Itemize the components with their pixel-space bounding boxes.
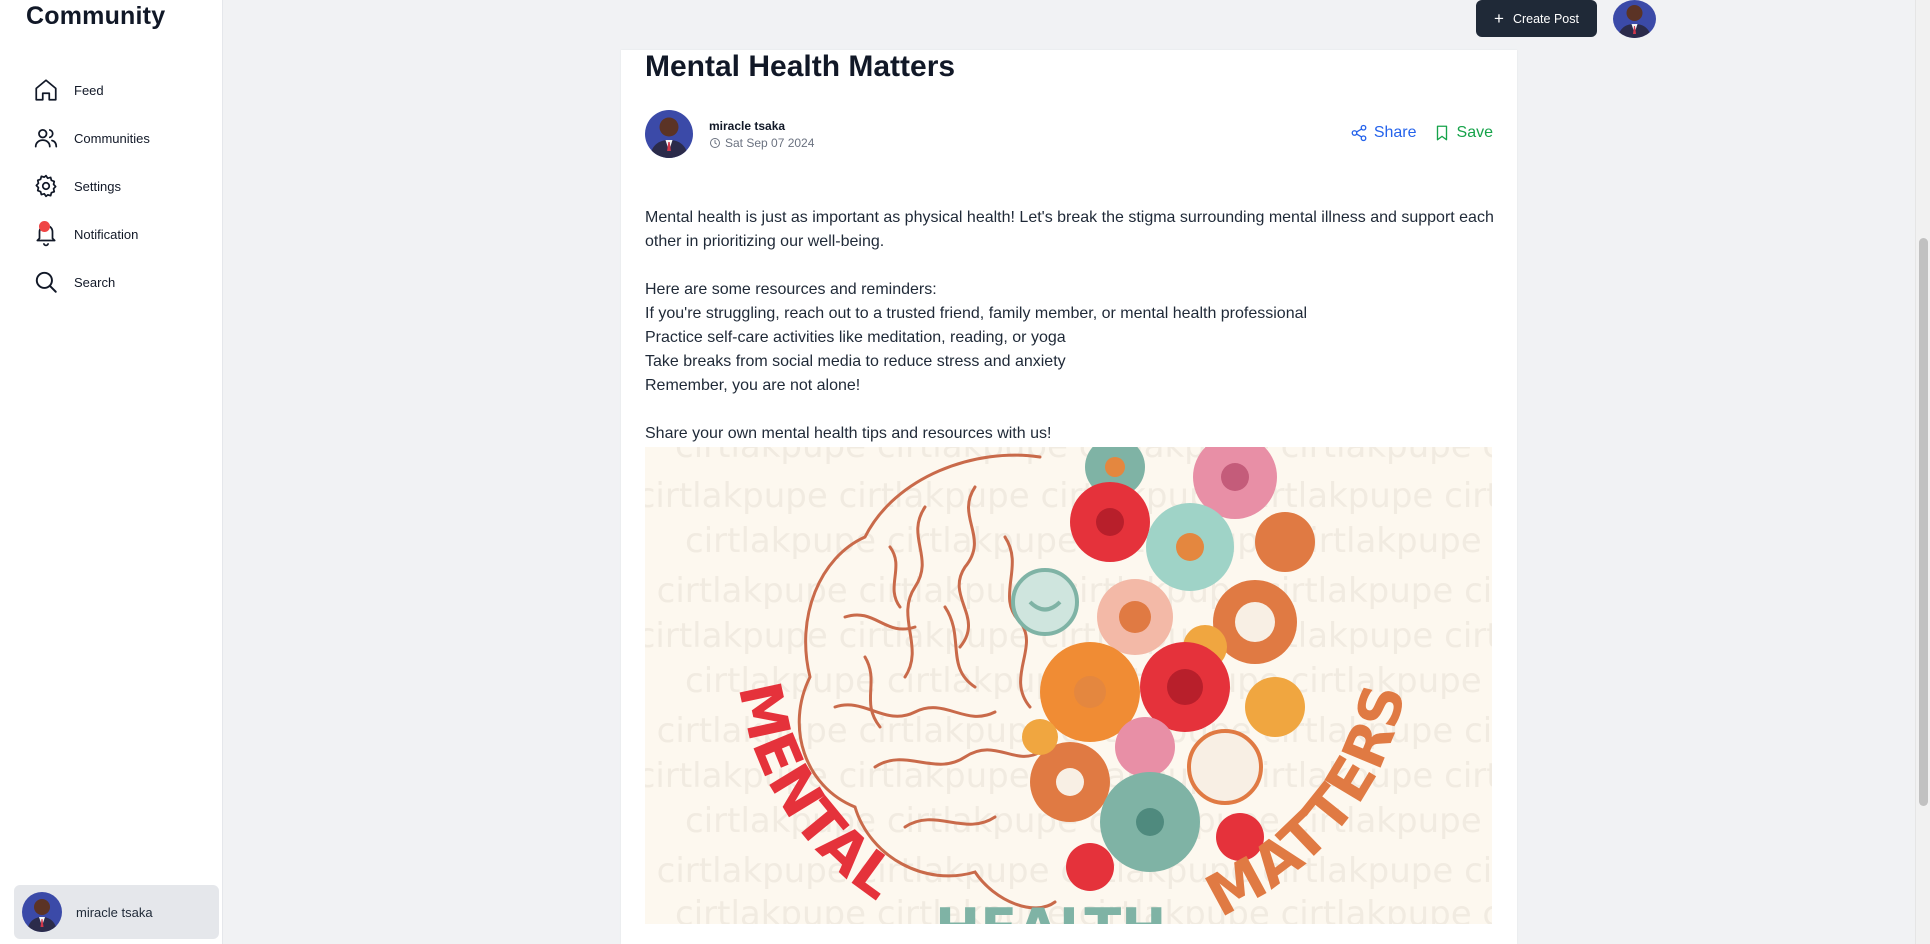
clock-icon (710, 137, 720, 148)
author-name[interactable]: miracle tsaka (709, 119, 814, 133)
profile-name: miracle tsaka (76, 904, 153, 920)
svg-text:cirtlakpupe cirtlakpupe cirtla: cirtlakpupe cirtlakpupe cirtlakpupe cirt… (675, 447, 1492, 466)
sidebar-item-label: Feed (74, 82, 104, 98)
post-body: Mental health is just as important as ph… (645, 206, 1495, 446)
create-post-label: Create Post (1512, 11, 1579, 26)
share-button[interactable]: Share (1350, 124, 1417, 142)
home-icon (30, 74, 62, 106)
svg-text:e cirtlakpupe cirtlakpupe cirt: e cirtlakpupe cirtlakpupe cirtlakpupe ci… (645, 476, 1492, 516)
avatar (22, 892, 62, 932)
scrollbar-thumb[interactable] (1919, 238, 1928, 806)
share-icon (1351, 124, 1367, 142)
profile-card[interactable]: miracle tsaka (14, 885, 219, 939)
author-avatar[interactable] (645, 110, 693, 158)
page-scrollbar[interactable] (1915, 0, 1930, 944)
gear-icon (30, 170, 62, 202)
sidebar-item-label: Notification (74, 226, 139, 242)
author-meta: miracle tsaka Sat Sep 07 2024 (709, 119, 814, 150)
sidebar-item-label: Settings (74, 178, 121, 194)
image-text-bottom: HEALTH (935, 897, 1166, 924)
sidebar-item-notification[interactable]: Notification (30, 210, 210, 258)
post-paragraph: Share your own mental health tips and re… (645, 425, 1052, 442)
sidebar-item-settings[interactable]: Settings (30, 162, 210, 210)
sidebar-item-communities[interactable]: Communities (30, 114, 210, 162)
post-date-text: Sat Sep 07 2024 (725, 135, 815, 150)
bell-icon (30, 218, 62, 250)
header-avatar[interactable] (1613, 0, 1656, 38)
mental-health-illustration: cirtlakpupe cirtlakpupe cirtlakpupe cirt… (645, 447, 1492, 924)
post-card: Mental Health Matters miracle tsaka Sat … (621, 50, 1517, 944)
create-post-button[interactable]: + Create Post (1476, 0, 1597, 37)
bookmark-icon (1436, 125, 1447, 141)
sidebar-item-search[interactable]: Search (30, 258, 210, 306)
sidebar-nav: Feed Communities Settings Notification S… (30, 66, 210, 306)
post-paragraph: Mental health is just as important as ph… (645, 209, 1494, 250)
app-brand: Community (26, 2, 166, 30)
save-button[interactable]: Save (1433, 124, 1493, 142)
notification-dot (39, 221, 50, 232)
post-paragraph: If you're struggling, reach out to a tru… (645, 305, 1308, 322)
users-icon (30, 122, 62, 154)
save-label: Save (1456, 124, 1493, 141)
sidebar-item-label: Search (74, 274, 116, 290)
post-image: cirtlakpupe cirtlakpupe cirtlakpupe cirt… (645, 447, 1492, 924)
plus-icon: + (1494, 9, 1504, 28)
search-icon (30, 266, 62, 298)
post-author-row: miracle tsaka Sat Sep 07 2024 (645, 110, 814, 158)
post-paragraph: Practice self-care activities like medit… (645, 329, 1066, 346)
post-date: Sat Sep 07 2024 (709, 136, 814, 150)
post-paragraph: Remember, you are not alone! (645, 377, 861, 394)
post-title: Mental Health Matters (645, 50, 956, 83)
post-paragraph: Here are some resources and reminders: (645, 281, 937, 298)
share-label: Share (1373, 124, 1417, 141)
post-paragraph: Take breaks from social media to reduce … (645, 353, 1066, 370)
post-actions: Share Save (1350, 124, 1493, 142)
sidebar: Community Feed Communities Settings Noti… (0, 0, 223, 944)
sidebar-item-label: Communities (74, 130, 150, 146)
sidebar-item-feed[interactable]: Feed (30, 66, 210, 114)
